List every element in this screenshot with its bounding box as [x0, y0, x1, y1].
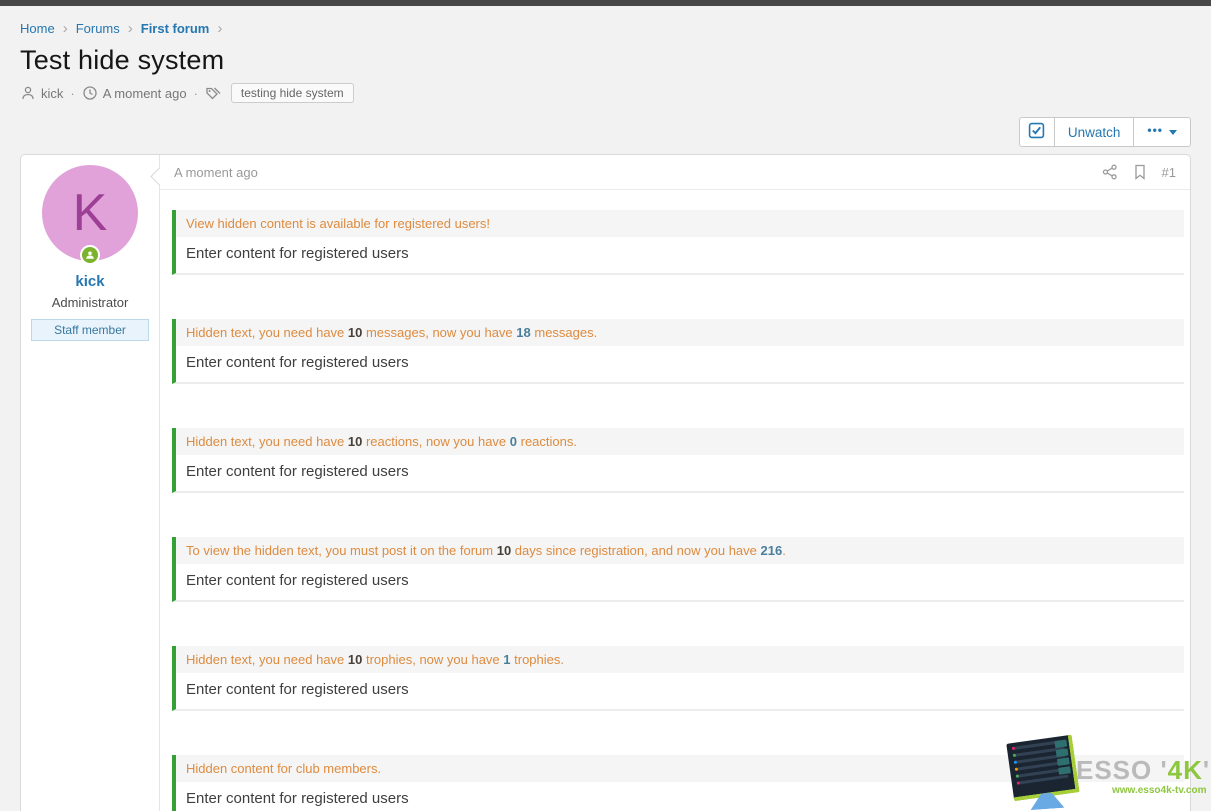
checkbox-icon	[1028, 122, 1045, 142]
person-icon	[20, 85, 36, 101]
hidden-content-notice: Hidden text, you need have 10 messages, …	[176, 319, 1184, 346]
meta-separator: ·	[70, 86, 74, 101]
thread-actions: Unwatch •••	[20, 117, 1191, 147]
hidden-content-notice: To view the hidden text, you must post i…	[176, 537, 1184, 564]
breadcrumb-separator: ›	[128, 21, 133, 36]
page-container: Home › Forums › First forum › Test hide …	[0, 6, 1211, 811]
hidden-content-body: Enter content for registered users	[176, 564, 1184, 600]
thread-meta: kick · A moment ago · testing hide syste…	[20, 83, 1191, 103]
avatar[interactable]: K	[42, 165, 138, 261]
avatar-letter: K	[73, 183, 108, 243]
notice-text-segment: Hidden text, you need have	[186, 325, 348, 340]
hidden-content-block: Hidden text, you need have 10 reactions,…	[172, 428, 1184, 493]
online-status-icon	[80, 245, 100, 265]
share-icon[interactable]	[1102, 164, 1118, 180]
hidden-content-block: To view the hidden text, you must post i…	[172, 537, 1184, 602]
notice-text-segment: Hidden content for club members.	[186, 761, 381, 776]
breadcrumb: Home › Forums › First forum ›	[20, 6, 1191, 36]
notice-text-segment: trophies, now you have	[362, 652, 503, 667]
notice-text-segment: .	[782, 543, 786, 558]
notice-text-segment: reactions, now you have	[362, 434, 509, 449]
notice-text-segment: days since registration, and now you hav…	[511, 543, 760, 558]
thread-author[interactable]: kick	[41, 86, 63, 101]
breadcrumb-separator: ›	[63, 21, 68, 36]
hidden-content-block: View hidden content is available for reg…	[172, 210, 1184, 275]
monitor-graphic-icon	[1006, 735, 1079, 802]
author-role: Administrator	[21, 295, 159, 310]
hidden-content-body: Enter content for registered users	[176, 455, 1184, 491]
post-content-column: A moment ago #1 View hidden content is a…	[159, 155, 1190, 811]
page-title: Test hide system	[20, 45, 1191, 76]
author-username[interactable]: kick	[21, 273, 159, 290]
watermark: ESSO '4K' APPS www.esso4k-tv.com	[1002, 733, 1211, 811]
hidden-content-body: Enter content for registered users	[176, 237, 1184, 273]
post-author-sidebar: K kick Administrator Staff member	[21, 155, 159, 811]
notice-text-segment: 10	[348, 434, 362, 449]
notice-text-segment: 10	[348, 325, 362, 340]
more-options-button[interactable]: •••	[1133, 117, 1191, 147]
breadcrumb-separator: ›	[217, 21, 222, 36]
notice-text-segment: trophies.	[511, 652, 564, 667]
bookmark-icon[interactable]	[1133, 164, 1147, 180]
post-header-tools: #1	[1102, 164, 1176, 180]
watermark-url: www.esso4k-tv.com	[1112, 785, 1206, 796]
breadcrumb-forums[interactable]: Forums	[76, 21, 120, 36]
hidden-content-notice: View hidden content is available for reg…	[176, 210, 1184, 237]
post-time[interactable]: A moment ago	[174, 165, 258, 180]
hidden-content-body: Enter content for registered users	[176, 346, 1184, 382]
thread-tag[interactable]: testing hide system	[231, 83, 354, 103]
notice-text-segment: messages, now you have	[362, 325, 516, 340]
notice-text-segment: 10	[497, 543, 511, 558]
hidden-content-body: Enter content for registered users	[176, 673, 1184, 709]
unwatch-button[interactable]: Unwatch	[1054, 117, 1135, 147]
notice-text-segment: 216	[761, 543, 783, 558]
notice-text-segment: Hidden text, you need have	[186, 652, 348, 667]
thread-time[interactable]: A moment ago	[103, 86, 187, 101]
notice-text-segment: To view the hidden text, you must post i…	[186, 543, 497, 558]
post-blocks: View hidden content is available for reg…	[160, 190, 1190, 811]
hidden-content-block: Hidden text, you need have 10 messages, …	[172, 319, 1184, 384]
notice-text-segment: 10	[348, 652, 362, 667]
notice-text-segment: Hidden text, you need have	[186, 434, 348, 449]
notice-text-segment: View hidden content is available for reg…	[186, 216, 490, 231]
chevron-down-icon	[1169, 130, 1177, 135]
breadcrumb-home[interactable]: Home	[20, 21, 55, 36]
hidden-content-notice: Hidden text, you need have 10 reactions,…	[176, 428, 1184, 455]
clock-icon	[82, 85, 98, 101]
staff-member-banner: Staff member	[31, 319, 149, 341]
notice-text-segment: messages.	[531, 325, 597, 340]
post-header: A moment ago #1	[160, 155, 1190, 190]
notice-text-segment: reactions.	[517, 434, 577, 449]
breadcrumb-first-forum[interactable]: First forum	[141, 21, 210, 36]
hidden-content-block: Hidden text, you need have 10 trophies, …	[172, 646, 1184, 711]
notice-text-segment: 0	[510, 434, 517, 449]
tags-icon	[205, 85, 223, 101]
notice-text-segment: 1	[503, 652, 510, 667]
select-checkbox-button[interactable]	[1019, 117, 1055, 147]
meta-separator: ·	[194, 86, 198, 101]
hidden-content-notice: Hidden text, you need have 10 trophies, …	[176, 646, 1184, 673]
notice-text-segment: 18	[516, 325, 530, 340]
post-number[interactable]: #1	[1162, 165, 1176, 180]
post-card: K kick Administrator Staff member A mome…	[20, 154, 1191, 811]
ellipsis-icon: •••	[1147, 123, 1163, 137]
watermark-brand: ESSO '4K' APPS	[1076, 757, 1211, 783]
